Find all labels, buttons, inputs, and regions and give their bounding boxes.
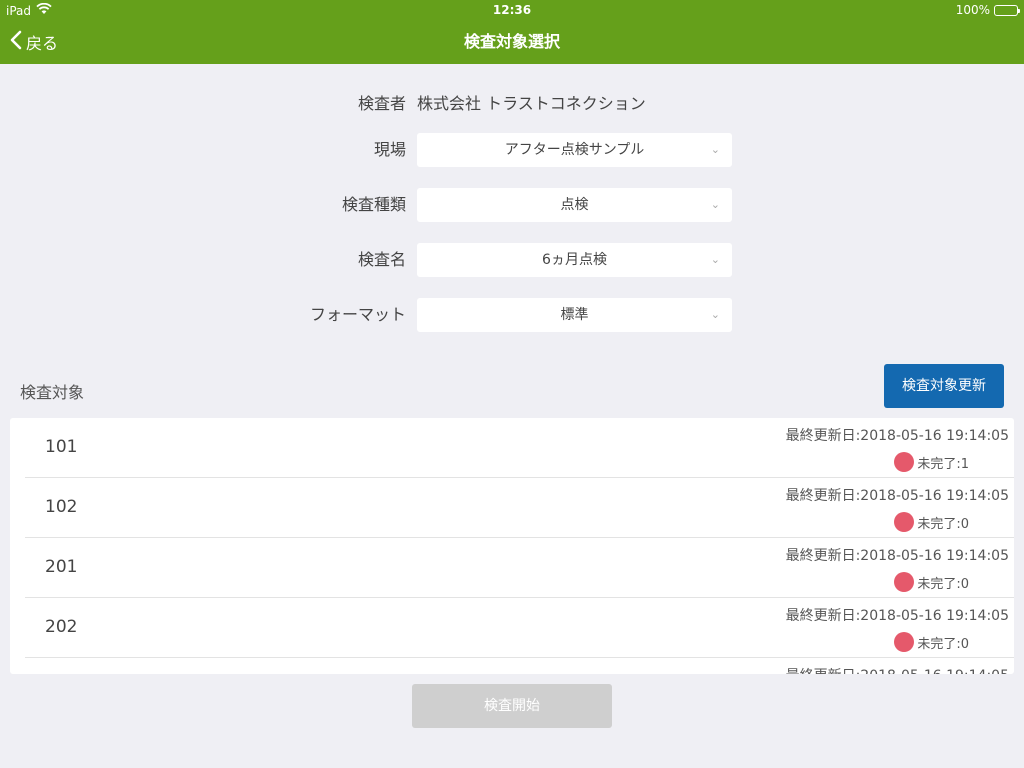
format-value: 標準 [560, 307, 589, 323]
page-title: 検査対象選択 [463, 32, 560, 51]
last-updated: 最終更新日:2018-05-16 19:14:05 [785, 488, 1009, 504]
name-row: 検査名 6ヵ月点検 ⌄ [0, 243, 1024, 277]
type-select[interactable]: 点検 ⌄ [417, 188, 732, 222]
status-badge: 未完了:1 [894, 452, 969, 472]
list-item[interactable]: 102 最終更新日:2018-05-16 19:14:05 未完了:0 [25, 478, 1014, 538]
name-select[interactable]: 6ヵ月点検 ⌄ [417, 243, 732, 277]
room-number: 202 [45, 617, 78, 637]
format-label: フォーマット [309, 305, 406, 324]
site-select[interactable]: アフター点検サンプル ⌄ [417, 133, 732, 167]
targets-section-label: 検査対象 [20, 383, 85, 402]
status-right: 100% [955, 3, 1020, 17]
name-label: 検査名 [357, 250, 406, 269]
status-badge: 未完了:0 [894, 572, 969, 592]
list-item[interactable]: 最終更新日:2018-05-16 19:14:05 [25, 658, 1014, 674]
nav-bar: 戻る 検査対象選択 [0, 20, 1024, 64]
name-value: 6ヵ月点検 [542, 252, 607, 268]
status-dot-icon [894, 572, 915, 592]
type-label: 検査種類 [341, 195, 406, 214]
chevron-down-icon: ⌄ [710, 198, 720, 211]
room-number: 101 [45, 437, 78, 457]
status-dot-icon [894, 632, 915, 652]
chevron-down-icon: ⌄ [710, 143, 720, 156]
battery-icon [994, 4, 1020, 16]
list-item[interactable]: 101 最終更新日:2018-05-16 19:14:05 未完了:1 [25, 418, 1014, 478]
status-dot-icon [894, 512, 915, 532]
last-updated: 最終更新日:2018-05-16 19:14:05 [786, 665, 1009, 674]
incomplete-count: 未完了:0 [917, 636, 969, 652]
site-row: 現場 アフター点検サンプル ⌄ [0, 133, 1024, 167]
type-row: 検査種類 点検 ⌄ [0, 188, 1024, 222]
inspector-label: 検査者 [357, 94, 406, 113]
last-updated: 最終更新日:2018-05-16 19:14:05 [785, 608, 1009, 624]
type-value: 点検 [560, 197, 589, 213]
format-row: フォーマット 標準 ⌄ [0, 298, 1024, 332]
list-item[interactable]: 201 最終更新日:2018-05-16 19:14:05 未完了:0 [25, 538, 1014, 598]
inspector-value: 株式会社 トラストコネクション [417, 94, 646, 113]
inspector-row: 検査者 株式会社 トラストコネクション [0, 87, 1024, 121]
room-number: 102 [45, 497, 78, 517]
list-item[interactable]: 202 最終更新日:2018-05-16 19:14:05 未完了:0 [25, 598, 1014, 658]
incomplete-count: 未完了:1 [917, 456, 969, 472]
last-updated: 最終更新日:2018-05-16 19:14:05 [785, 428, 1009, 444]
site-label: 現場 [373, 140, 406, 159]
battery-percent: 100% [955, 3, 990, 17]
chevron-down-icon: ⌄ [710, 308, 720, 321]
format-select[interactable]: 標準 ⌄ [417, 298, 732, 332]
incomplete-count: 未完了:0 [917, 516, 969, 532]
status-badge: 未完了:0 [894, 512, 969, 532]
status-bar: iPad 12:36 100% [0, 0, 1024, 20]
last-updated: 最終更新日:2018-05-16 19:14:05 [785, 548, 1009, 564]
site-value: アフター点検サンプル [504, 142, 645, 158]
update-targets-button[interactable]: 検査対象更新 [884, 364, 1004, 408]
chevron-down-icon: ⌄ [710, 253, 720, 266]
incomplete-count: 未完了:0 [917, 576, 969, 592]
room-number: 201 [45, 557, 78, 577]
clock: 12:36 [492, 3, 532, 17]
status-badge: 未完了:0 [894, 632, 969, 652]
target-list[interactable]: 101 最終更新日:2018-05-16 19:14:05 未完了:1 102 … [10, 418, 1014, 674]
status-dot-icon [894, 452, 915, 472]
start-inspection-button[interactable]: 検査開始 [412, 684, 612, 728]
